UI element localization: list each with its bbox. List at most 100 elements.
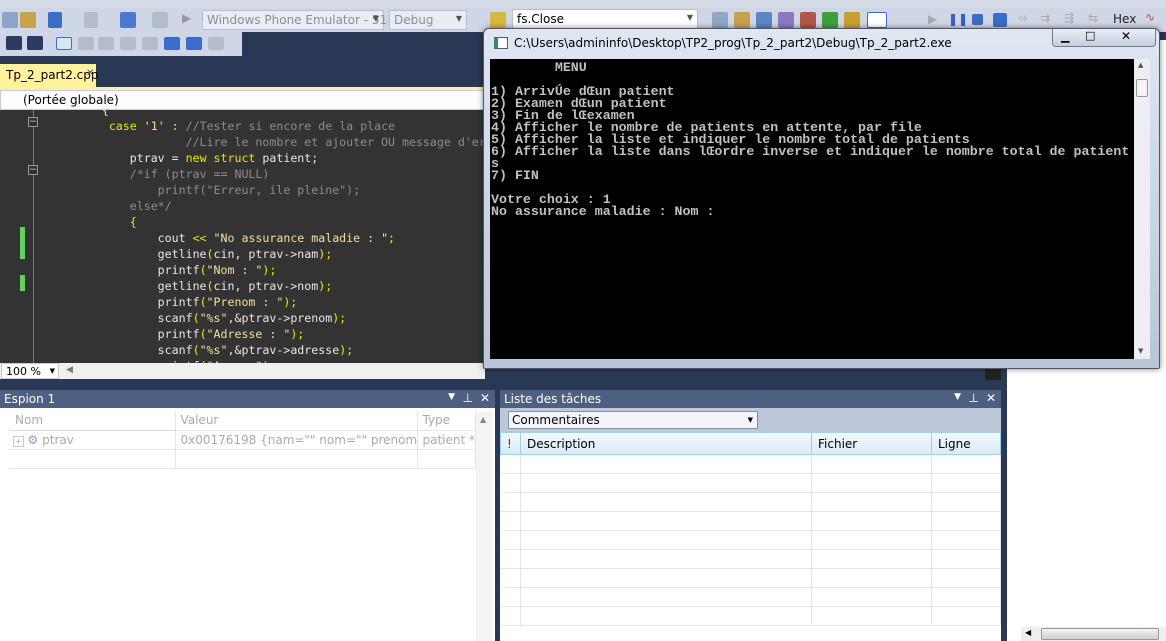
dropdown-icon[interactable]: ▼	[954, 392, 961, 402]
column-header-description[interactable]: Description	[520, 432, 812, 455]
column-header-type[interactable]: Type	[417, 411, 476, 431]
next-bookmark-folder-icon[interactable]	[142, 37, 158, 50]
comment-lines-icon[interactable]	[6, 36, 22, 50]
find-combo[interactable]: fs.Close ▼	[512, 9, 698, 29]
close-icon[interactable]: ✕	[986, 391, 996, 405]
show-next-statement-icon[interactable]: ⇨	[1018, 11, 1028, 25]
code-line: ptrav = new struct patient;	[46, 150, 485, 166]
next-bookmark-icon[interactable]	[98, 37, 114, 50]
toggle-bookmark-icon[interactable]	[56, 37, 72, 50]
code-token: (	[192, 343, 200, 357]
maximize-button[interactable]: □	[1085, 29, 1095, 42]
toolbox-icon[interactable]	[778, 12, 794, 28]
extension-icon[interactable]	[844, 12, 860, 28]
step-into-icon[interactable]: ⇉	[1040, 11, 1050, 25]
pin-icon[interactable]: ⊥	[463, 391, 473, 405]
scroll-up-icon[interactable]: ▲	[476, 415, 486, 424]
scrollbar-thumb[interactable]	[1136, 79, 1148, 97]
column-header-fichier[interactable]: Fichier	[811, 432, 932, 455]
expand-icon[interactable]: +	[13, 435, 24, 447]
scroll-left-icon[interactable]: ◀	[66, 365, 73, 375]
code-token: patient;	[255, 151, 319, 165]
horizontal-scrollbar[interactable]: ◀	[1021, 627, 1166, 641]
close-icon[interactable]: ✕	[480, 391, 490, 405]
step-over-icon[interactable]: ⇶	[1064, 11, 1074, 25]
task-row[interactable]	[500, 568, 1001, 588]
restart-icon[interactable]	[993, 13, 1007, 27]
pin-icon[interactable]: ⊥	[969, 391, 979, 405]
task-row[interactable]	[500, 606, 1001, 626]
code-token: );	[339, 343, 354, 357]
dropdown-icon[interactable]: ▼	[448, 392, 455, 402]
breakpoint-icon[interactable]: ∿	[1145, 10, 1155, 24]
scroll-down-icon[interactable]: ▼	[1138, 347, 1143, 355]
task-row[interactable]	[500, 549, 1001, 569]
minimize-button[interactable]: ▁	[1061, 30, 1069, 43]
scrollbar-thumb[interactable]	[1041, 628, 1159, 640]
command-window-icon[interactable]	[867, 12, 887, 28]
column-header-valeur[interactable]: Valeur	[175, 411, 419, 431]
navigate-forward-icon[interactable]	[152, 12, 168, 28]
uncomment-lines-icon[interactable]	[27, 36, 43, 50]
clear-bookmarks-icon[interactable]	[208, 37, 224, 50]
watch-value: 0x00176198 {nam="" nom="" prenom=""	[180, 432, 418, 447]
watch-empty-row[interactable]	[9, 449, 476, 469]
console-title: C:\Users\admininfo\Desktop\TP2_prog\Tp_2…	[514, 36, 952, 50]
console-lines: MENU 1) ArrivÚe dŒun patient 2) Examen dŒu…	[491, 61, 1133, 218]
copy-icon[interactable]	[2, 12, 18, 28]
console-scrollbar[interactable]: ▲ ▼	[1134, 59, 1150, 359]
task-row[interactable]	[500, 511, 1001, 531]
column-header-nom[interactable]: Nom	[9, 411, 177, 431]
solution-explorer-icon[interactable]	[712, 12, 728, 28]
task-row[interactable]	[500, 530, 1001, 550]
task-filter-combo[interactable]: Commentaires ▼	[508, 411, 758, 429]
task-filter-value: Commentaires	[512, 413, 600, 427]
paste-icon[interactable]	[20, 12, 36, 28]
scroll-up-icon[interactable]: ▲	[1138, 61, 1143, 69]
previous-bookmark-folder-icon[interactable]	[120, 37, 136, 50]
hex-toggle[interactable]: Hex	[1113, 12, 1136, 26]
find-in-files-icon[interactable]	[490, 12, 506, 28]
close-tab-icon[interactable]: ✕	[86, 68, 94, 79]
tab-tp-2-part2-cpp[interactable]: Tp_2_part2.cpp ✕	[0, 64, 98, 87]
column-header-priority[interactable]: !	[500, 432, 521, 455]
task-row[interactable]	[500, 454, 1001, 474]
config-combo-value: Debug	[394, 13, 434, 27]
navigate-backward-icon[interactable]	[120, 12, 136, 28]
task-row[interactable]	[500, 473, 1001, 493]
redo-icon[interactable]	[84, 12, 98, 28]
code-editor[interactable]: − − { case '1' : //Tester si encore de l…	[0, 110, 485, 363]
tools-icon[interactable]	[800, 12, 816, 28]
config-combo[interactable]: Debug ▼	[389, 10, 467, 30]
scope-combo[interactable]: (Portée globale)	[0, 90, 485, 110]
start-page-icon[interactable]	[822, 12, 838, 28]
stop-icon[interactable]	[972, 14, 983, 25]
previous-bookmark-doc-icon[interactable]	[164, 37, 180, 50]
task-row[interactable]	[500, 492, 1001, 512]
start-debug-icon[interactable]: ▶	[182, 11, 191, 25]
step-out-icon[interactable]: ⇆	[1088, 11, 1098, 25]
scroll-left-icon[interactable]: ◀	[1025, 628, 1031, 637]
code-token: <<	[192, 231, 207, 245]
collapse-icon[interactable]: −	[28, 117, 38, 127]
task-row[interactable]	[500, 587, 1001, 607]
watch-grid: Nom Valeur Type + ⚙ ptrav 0x00176198 {na…	[9, 411, 476, 469]
column-header-ligne[interactable]: Ligne	[931, 432, 1001, 455]
undo-icon[interactable]	[48, 12, 62, 28]
console-output[interactable]: MENU 1) ArrivÚe dŒun patient 2) Examen dŒu…	[490, 59, 1134, 359]
chevron-down-icon: ▼	[455, 14, 462, 23]
close-button[interactable]: ✕	[1121, 29, 1131, 43]
vertical-scrollbar[interactable]: ▲	[476, 411, 493, 641]
zoom-combo[interactable]: 100 % ▼	[1, 363, 59, 379]
properties-icon[interactable]	[734, 12, 750, 28]
next-bookmark-doc-icon[interactable]	[186, 37, 202, 50]
object-browser-icon[interactable]	[756, 12, 772, 28]
previous-bookmark-icon[interactable]	[78, 37, 94, 50]
pause-icon[interactable]: ❚❚	[948, 12, 968, 26]
platform-combo[interactable]: Windows Phone Emulator - 51 ▼	[202, 10, 387, 30]
code-token: :	[164, 119, 186, 133]
collapse-icon[interactable]: −	[28, 165, 38, 175]
continue-icon[interactable]: ▶	[928, 12, 937, 26]
watch-row[interactable]: + ⚙ ptrav 0x00176198 {nam="" nom="" pren…	[9, 430, 476, 450]
watch-panel-header: Espion 1 ▼ ⊥ ✕	[0, 390, 495, 408]
